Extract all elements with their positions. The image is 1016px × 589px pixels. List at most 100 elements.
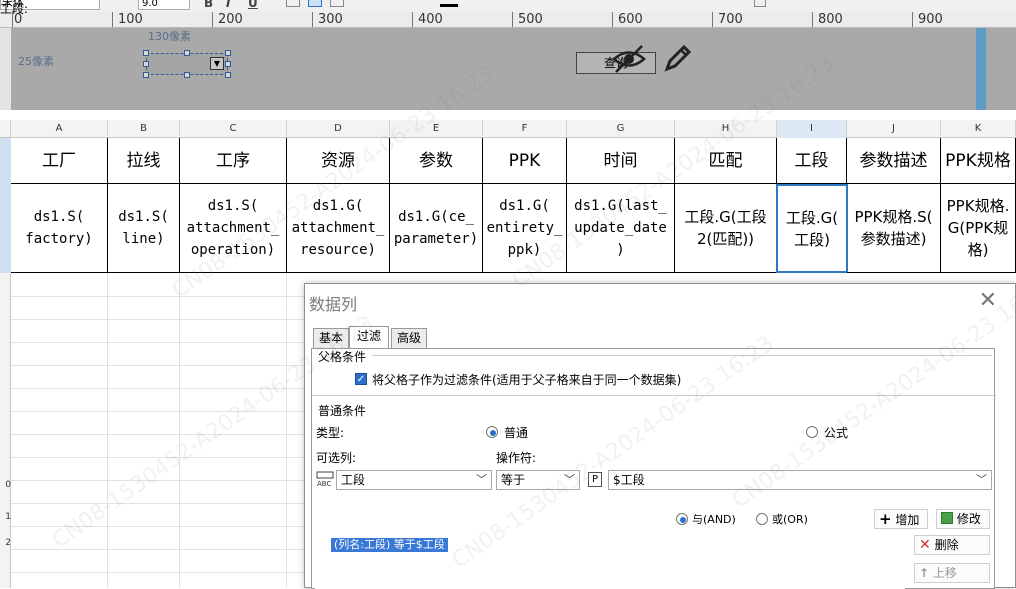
data-cell-line[interactable]: ds1.S( line) [108,184,180,273]
value-select[interactable]: $工段 ﹀ [608,470,992,490]
row-number[interactable]: 1 [0,512,11,522]
column-header-d[interactable]: D [287,120,390,138]
header-cell-ppk[interactable]: PPK [483,138,567,184]
underline-button[interactable]: U [248,0,258,10]
data-cell-time[interactable]: ds1.G(last_ update_date ) [567,184,675,273]
and-label[interactable]: 与(AND) [692,511,736,527]
operator-select-value: 等于 [501,473,526,487]
header-cell-time[interactable]: 时间 [567,138,675,184]
ruler-tick-800: 800 [818,12,843,27]
resize-handle[interactable] [143,61,149,67]
label-widget[interactable]: 工段: [0,0,28,17]
header-cell-operation[interactable]: 工序 [180,138,287,184]
align-right-icon[interactable] [330,0,344,7]
column-header-j[interactable]: J [847,120,941,138]
column-header-k[interactable]: K [941,120,1016,138]
column-header-b[interactable]: B [108,120,180,138]
header-cell-line[interactable]: 拉线 [108,138,180,184]
and-radio[interactable] [676,513,688,525]
header-cell-parameter[interactable]: 参数 [390,138,483,184]
tab-basic[interactable]: 基本 [313,328,349,348]
font-size-value: 9.0 [142,0,158,9]
form-vertical-scrollbar[interactable] [976,28,986,110]
condition-list-item[interactable]: (列名:工段) 等于$工段 [331,538,448,552]
type-formula-label[interactable]: 公式 [824,424,848,441]
move-up-button[interactable]: ↑ 上移 [914,563,990,583]
resize-handle[interactable] [184,50,190,56]
type-normal-radio[interactable] [486,426,498,438]
chevron-down-icon: ﹀ [976,473,987,486]
header-cell-ppk-spec[interactable]: PPK规格 [941,138,1016,184]
resize-handle[interactable] [184,72,190,78]
tab-filter[interactable]: 过滤 [349,326,389,349]
operator-select[interactable]: 等于 ﹀ [496,470,580,490]
resize-handle[interactable] [225,61,231,67]
column-header-c[interactable]: C [180,120,287,138]
header-cell-factory[interactable]: 工厂 [11,138,108,184]
column-select[interactable]: 工段 ﹀ [336,470,492,490]
italic-button[interactable]: I [226,0,230,10]
data-cell-resource[interactable]: ds1.G( attachment_ resource) [287,184,390,273]
header-cell-resource[interactable]: 资源 [287,138,390,184]
data-cell-section-selected[interactable]: 工段.G( 工段) [776,184,848,273]
parent-filter-checkbox-label[interactable]: 将父格子作为过滤条件(适用于父子格来自于同一个数据集) [372,371,681,388]
operator-label: 操作符: [496,451,537,465]
grid-line [179,273,180,588]
column-header-e[interactable]: E [390,120,483,138]
or-radio[interactable] [756,513,768,525]
align-left-icon[interactable] [286,0,300,7]
data-cell-factory[interactable]: ds1.S( factory) [11,184,108,273]
font-size-select[interactable]: 9.0 [138,0,190,10]
row-header-2[interactable] [0,184,11,273]
header-cell-param-desc[interactable]: 参数描述 [847,138,941,184]
header-cell-match[interactable]: 匹配 [675,138,777,184]
column-type-icon: ABC [316,471,334,487]
resize-handle[interactable] [225,72,231,78]
column-header-h[interactable]: H [675,120,777,138]
data-cell-parameter[interactable]: ds1.G(ce_ parameter) [390,184,483,273]
data-cell-match[interactable]: 工段.G(工段 2(匹配)) [675,184,777,273]
tab-advanced[interactable]: 高级 [391,328,427,348]
column-header-g[interactable]: G [567,120,675,138]
arrow-up-icon: ↑ [919,566,930,580]
font-color-icon[interactable] [440,4,458,7]
data-cell-ppk-spec[interactable]: PPK规格. G(PPK规 格) [941,184,1016,273]
column-header-i[interactable]: I [777,120,847,138]
toolbar: 宋体 9.0 B I U [0,0,1016,12]
type-formula-radio[interactable] [806,426,818,438]
row-number[interactable]: 0 [0,480,11,490]
chevron-down-icon: ▼ [210,57,224,70]
resize-handle[interactable] [143,50,149,56]
row-header-1[interactable] [0,138,11,184]
row-number[interactable]: 2 [0,538,11,548]
corner-cell[interactable] [0,120,11,138]
or-label[interactable]: 或(OR) [772,511,808,527]
modify-button[interactable]: 修改 [936,509,990,529]
ruler-tick-900: 900 [918,12,943,27]
data-cell-ppk[interactable]: ds1.G( entirety_ ppk) [483,184,567,273]
header-cell-section[interactable]: 工段 [777,138,847,184]
parent-filter-checkbox[interactable]: ✓ [355,373,367,385]
edit-pencil-icon[interactable] [662,42,694,74]
data-cell-operation[interactable]: ds1.S( attachment_ operation) [180,184,287,273]
section-divider [372,355,992,356]
resize-handle[interactable] [143,72,149,78]
column-header-a[interactable]: A [11,120,108,138]
align-center-icon[interactable] [308,0,322,7]
bold-button[interactable]: B [204,0,213,10]
svg-text:ABC: ABC [317,480,331,487]
data-cell-param-desc[interactable]: PPK规格.S( 参数描述) [847,184,941,273]
parameter-type-icon[interactable]: P [588,472,602,487]
column-header-f[interactable]: F [483,120,567,138]
resize-handle[interactable] [225,50,231,56]
type-normal-label[interactable]: 普通 [504,424,528,441]
horizontal-ruler: 0 100 200 300 400 500 600 700 800 900 [0,12,1016,28]
close-icon[interactable]: ✕ [979,288,997,313]
value-select-value: $工段 [613,473,645,487]
border-icon[interactable] [754,0,766,7]
delete-button[interactable]: ✕ 删除 [914,535,990,555]
eye-hidden-icon[interactable] [612,44,646,74]
column-label: 可选列: [316,451,357,465]
width-dimension-note: 130像素 [148,30,191,43]
add-button[interactable]: + 增加 [874,509,928,529]
